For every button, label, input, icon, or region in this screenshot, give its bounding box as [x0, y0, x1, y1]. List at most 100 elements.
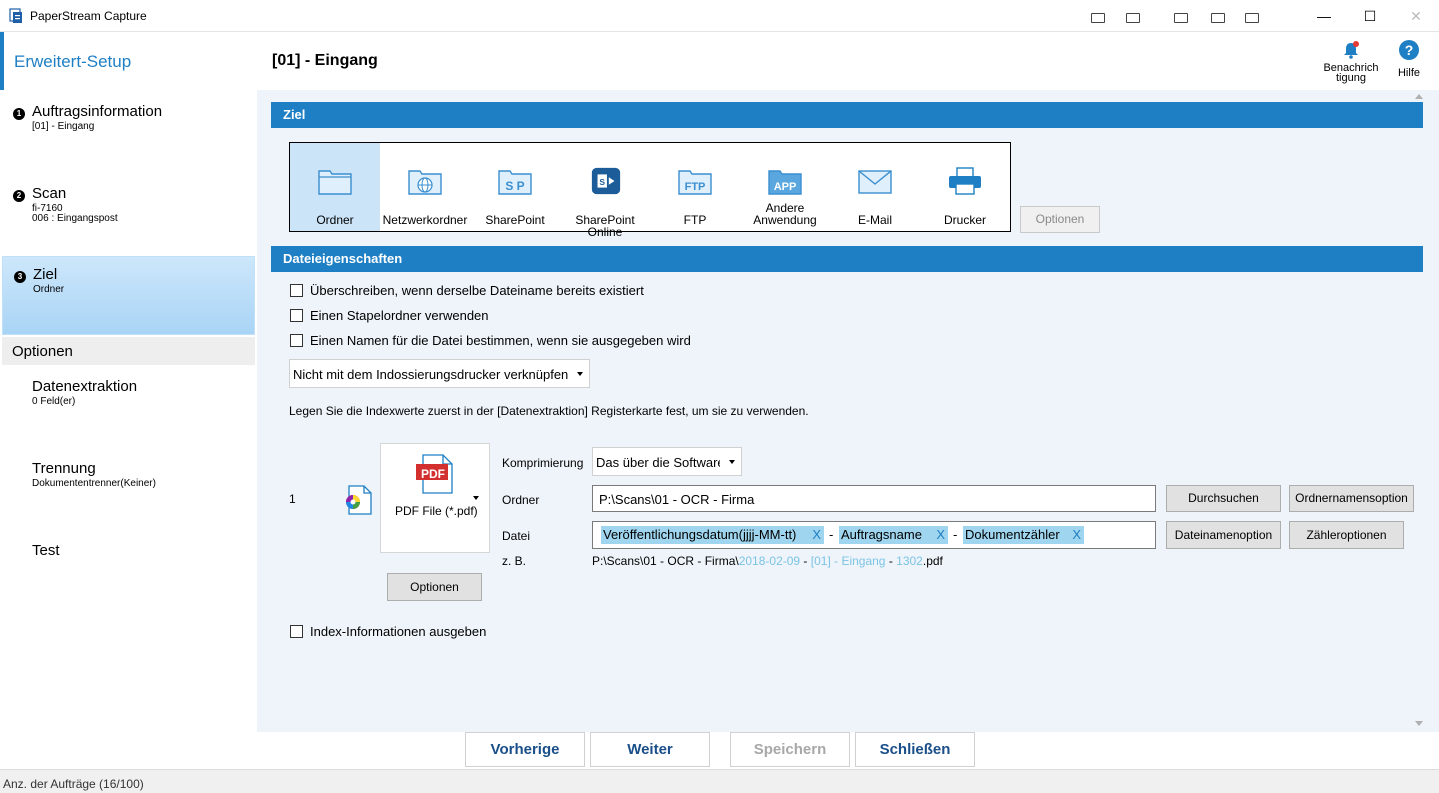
sidebar: Erweitert-Setup 1 Auftragsinformation [0… [0, 32, 257, 767]
compression-select[interactable]: Das über die Software [592, 447, 742, 476]
sidebar-item-label: Trennung [32, 460, 96, 477]
chevron-down-icon [577, 372, 583, 376]
sidebar-item-trennung[interactable]: Trennung Dokumententrenner(Keiner) [2, 452, 255, 530]
sidebar-item-label: Auftragsinformation [32, 103, 163, 120]
ftp-icon: FTP [678, 170, 712, 195]
scroll-up-icon[interactable] [1415, 94, 1423, 99]
name-on-output-checkbox[interactable] [290, 334, 303, 347]
example-label: z. B. [502, 554, 527, 568]
destination-options-button[interactable]: Optionen [1020, 206, 1100, 233]
app-icon [9, 8, 22, 23]
sidebar-item-ziel[interactable]: 3 Ziel Ordner [2, 256, 255, 335]
destination-label: SharePoint [485, 213, 545, 227]
folder-input[interactable]: P:\Scans\01 - OCR - Firma [592, 485, 1156, 512]
counter-options-button[interactable]: Zähleroptionen [1289, 521, 1404, 549]
bell-icon [1344, 41, 1359, 59]
ziel-section-header: Ziel [271, 102, 1423, 128]
file-format-selector[interactable]: PDF PDF File (*.pdf) [380, 443, 490, 553]
token-separator: - [829, 527, 834, 542]
destination-netzwerkordner[interactable]: Netzwerkordner [380, 143, 470, 231]
destination-drucker[interactable]: Drucker [920, 143, 1010, 231]
svg-text:S: S [599, 177, 605, 187]
close-button[interactable]: ✕ [1393, 0, 1439, 32]
destination-label: Drucker [943, 213, 986, 227]
network-folder-icon [408, 170, 442, 195]
token-document-counter[interactable]: Dokumentzähler X [963, 526, 1084, 544]
notification-button[interactable]: Benachrich tigung [1320, 40, 1382, 84]
status-bar: Anz. der Aufträge (16/100) [0, 769, 1439, 793]
file-label: Datei [502, 529, 531, 543]
content-area: Ziel Ordner Netzwerkordner S P SharePoin… [257, 90, 1439, 732]
sidebar-item-label: Ziel [33, 266, 58, 283]
scroll-down-icon[interactable] [1415, 721, 1423, 726]
token-label: Veröffentlichungsdatum(jjjj-MM-tt) [603, 527, 797, 542]
step-number: 1 [13, 108, 25, 120]
sharepoint-icon: S P [498, 170, 532, 195]
example-job: [01] - Eingang [810, 554, 886, 568]
color-mode-icon [346, 485, 372, 515]
destination-sharepoint-online[interactable]: S SharePoint Online [560, 143, 650, 238]
imprinter-select[interactable]: Nicht mit dem Indossierungsdrucker verkn… [289, 359, 590, 388]
destination-sharepoint[interactable]: S P SharePoint [470, 143, 560, 231]
destination-label: Netzwerkordner [382, 213, 468, 227]
sidebar-item-sub: 006 : Eingangspost [32, 213, 118, 224]
close-dialog-button[interactable]: Schließen [855, 732, 975, 767]
index-info-checkbox[interactable] [290, 625, 303, 638]
sharepoint-online-icon: S [591, 167, 621, 195]
camera-icon[interactable] [1211, 13, 1225, 23]
example-extension: .pdf [922, 554, 943, 568]
svg-text:S P: S P [505, 179, 524, 193]
sidebar-accent [0, 32, 4, 90]
help-button[interactable]: ? Hilfe [1393, 40, 1425, 79]
sidebar-item-datenextraktion[interactable]: Datenextraktion 0 Feld(er) [2, 370, 255, 448]
index-info-checkbox-label: Index-Informationen ausgeben [310, 624, 487, 639]
folder-icon [318, 170, 352, 195]
setup-title: Erweitert-Setup [14, 52, 132, 71]
sidebar-item-auftragsinformation[interactable]: 1 Auftragsinformation [01] - Eingang [2, 94, 255, 172]
next-button[interactable]: Weiter [590, 732, 710, 767]
chevron-down-icon [473, 496, 479, 500]
batch-icon[interactable] [1174, 13, 1188, 23]
token-remove-icon[interactable]: X [1072, 526, 1081, 544]
example-separator: - [800, 554, 811, 568]
example-prefix: P:\Scans\01 - OCR - Firma\ [592, 554, 739, 568]
page-title: [01] - Eingang [272, 52, 378, 69]
example-date: 2018-02-09 [738, 554, 801, 568]
format-options-button[interactable]: Optionen [387, 573, 482, 601]
batch-folder-checkbox[interactable] [290, 309, 303, 322]
window-title: PaperStream Capture [30, 9, 147, 23]
step-number: 3 [14, 271, 26, 283]
token-remove-icon[interactable]: X [936, 526, 945, 544]
destination-email[interactable]: E-Mail [830, 143, 920, 231]
destination-ordner[interactable]: Ordner [290, 143, 380, 231]
token-publish-date[interactable]: Veröffentlichungsdatum(jjjj-MM-tt) X [601, 526, 824, 544]
settings-icon[interactable] [1245, 13, 1259, 23]
help-label: Hilfe [1397, 67, 1420, 79]
save-button[interactable]: Speichern [730, 732, 850, 767]
token-label: Auftragsname [841, 527, 922, 542]
maximize-button[interactable]: ☐ [1347, 0, 1393, 32]
destination-andere-anwendung[interactable]: APP Andere Anwendung [740, 143, 830, 231]
overwrite-checkbox[interactable] [290, 284, 303, 297]
example-counter: 1302 [896, 554, 923, 568]
help-icon: ? [1399, 40, 1419, 60]
minimize-button[interactable]: — [1301, 0, 1347, 32]
pdf-badge: PDF [421, 467, 445, 481]
browse-button[interactable]: Durchsuchen [1166, 485, 1281, 512]
sidebar-item-scan[interactable]: 2 Scan fi-7160 006 : Eingangspost [2, 176, 255, 254]
sidebar-item-sub: [01] - Eingang [32, 121, 95, 132]
destination-ftp[interactable]: FTP FTP [650, 143, 740, 231]
compression-label: Komprimierung [502, 456, 584, 470]
sidebar-item-sub: 0 Feld(er) [32, 396, 76, 407]
token-job-name[interactable]: Auftragsname X [839, 526, 948, 544]
destination-label: Ordner [316, 213, 354, 227]
monitor-icon[interactable] [1091, 13, 1105, 23]
filename-option-button[interactable]: Dateinamenoption [1166, 521, 1281, 549]
token-remove-icon[interactable]: X [812, 526, 821, 544]
sidebar-item-test[interactable]: Test [2, 534, 255, 612]
scanner-icon[interactable] [1126, 13, 1140, 23]
folder-label: Ordner [502, 493, 540, 507]
folder-name-option-button[interactable]: Ordnernamensoption [1289, 485, 1414, 512]
filename-pattern-input[interactable]: Veröffentlichungsdatum(jjjj-MM-tt) X - A… [592, 521, 1156, 549]
previous-button[interactable]: Vorherige [465, 732, 585, 767]
